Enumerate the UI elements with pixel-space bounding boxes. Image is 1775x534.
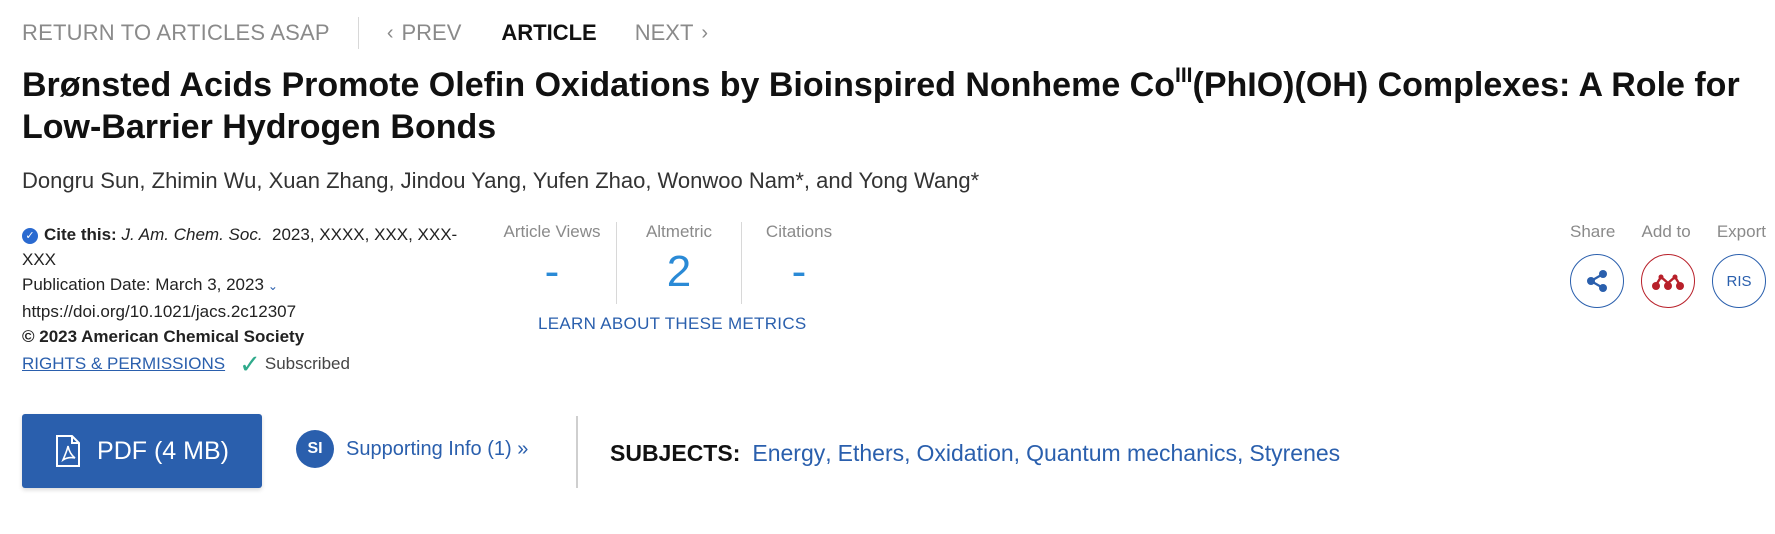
subject-link-ethers[interactable]: Ethers [838,440,904,467]
add-to-label: Add to [1641,222,1691,241]
pdf-download-button[interactable]: PDF (4 MB) [22,414,262,488]
cite-label: Cite this: [44,225,117,244]
doi-link[interactable]: https://doi.org/10.1021/jacs.2c12307 [22,299,472,324]
subject-separator: , [1237,440,1244,466]
citation-block: ✓ Cite this: J. Am. Chem. Soc. 2023, XXXX… [22,222,472,379]
metric-value-views: - [544,247,560,296]
rights-permissions-link[interactable]: RIGHTS & PERMISSIONS [22,351,225,376]
chevron-right-icon: › [701,21,709,44]
prev-article-link[interactable]: ‹ PREV [387,20,462,46]
title-superscript: III [1175,64,1193,87]
share-button[interactable] [1570,254,1624,308]
checkmark-icon: ✓ [239,348,261,379]
metric-article-views: Article Views - [488,222,616,304]
metric-value-citations: - [791,247,807,296]
metric-label-citations: Citations [765,222,833,241]
supporting-info-link[interactable]: SI Supporting Info (1) » [296,430,528,468]
si-badge: SI [296,430,334,468]
subscribed-status: ✓ Subscribed [239,348,350,379]
export-ris-button[interactable]: RIS [1712,254,1766,308]
cite-this-row: ✓ Cite this: J. Am. Chem. Soc. 2023, XXXX… [22,222,472,272]
subscribed-label: Subscribed [264,354,350,373]
metric-value-altmetric: 2 [666,247,692,296]
publication-date: Publication Date: March 3, 2023 [22,275,264,294]
nav-divider [357,17,359,49]
verified-check-icon: ✓ [22,228,38,244]
metric-label-altmetric: Altmetric [645,222,713,241]
copyright-notice: © 2023 American Chemical Society [22,327,305,346]
subjects-bar: SUBJECTS: Energy, Ethers, Oxidation, Qua… [610,440,1340,467]
subject-link-styrenes[interactable]: Styrenes [1249,440,1340,467]
article-actions: Share Add to Export RIS [1570,222,1770,308]
subject-separator: , [825,440,832,466]
title-part-1: Brønsted Acids Promote Olefin Oxidations… [22,66,1175,104]
share-label: Share [1570,222,1616,241]
journal-name: J. Am. Chem. Soc. [121,225,263,244]
pdf-file-icon [55,435,81,467]
article-top-nav: RETURN TO ARTICLES ASAP ‹ PREV ARTICLE N… [22,17,708,49]
metric-label-views: Article Views [503,222,601,241]
chevron-down-icon: ⌄ [267,279,278,293]
section-divider [576,416,578,488]
chevron-left-icon: ‹ [386,21,394,44]
next-label: NEXT [634,20,694,45]
metric-altmetric[interactable]: Altmetric 2 [616,222,742,304]
pdf-button-label: PDF (4 MB) [97,436,229,465]
article-tab[interactable]: ARTICLE [501,20,596,46]
learn-metrics-link[interactable]: LEARN ABOUT THESE METRICS [538,314,807,334]
mendeley-icon [1652,274,1684,290]
subjects-label: SUBJECTS: [610,440,741,466]
next-article-link[interactable]: NEXT › [635,20,708,46]
return-to-articles-link[interactable]: RETURN TO ARTICLES ASAP [22,20,330,46]
author-list[interactable]: Dongru Sun, Zhimin Wu, Xuan Zhang, Jindo… [22,168,979,194]
share-icon [1587,270,1607,292]
subject-link-quantum-mechanics[interactable]: Quantum mechanics [1026,440,1237,467]
subject-link-energy[interactable]: Energy [752,440,825,467]
supporting-info-label: Supporting Info (1) » [346,437,529,460]
rights-row: RIGHTS & PERMISSIONS ✓ Subscribed [22,348,472,379]
subject-separator: , [1013,440,1021,466]
export-label: Export [1716,222,1766,241]
action-buttons: RIS [1570,254,1766,308]
publication-date-toggle[interactable]: Publication Date: March 3, 2023 ⌄ [22,272,472,299]
prev-label: PREV [401,20,462,45]
add-to-mendeley-button[interactable] [1641,254,1695,308]
subject-separator: , [904,440,911,466]
metric-citations: Citations - [742,222,856,304]
action-labels: Share Add to Export [1570,222,1766,242]
subject-link-oxidation[interactable]: Oxidation [917,440,1014,467]
article-title: Brønsted Acids Promote Olefin Oxidations… [22,64,1762,148]
article-metrics: Article Views - Altmetric 2 Citations - [488,222,856,304]
